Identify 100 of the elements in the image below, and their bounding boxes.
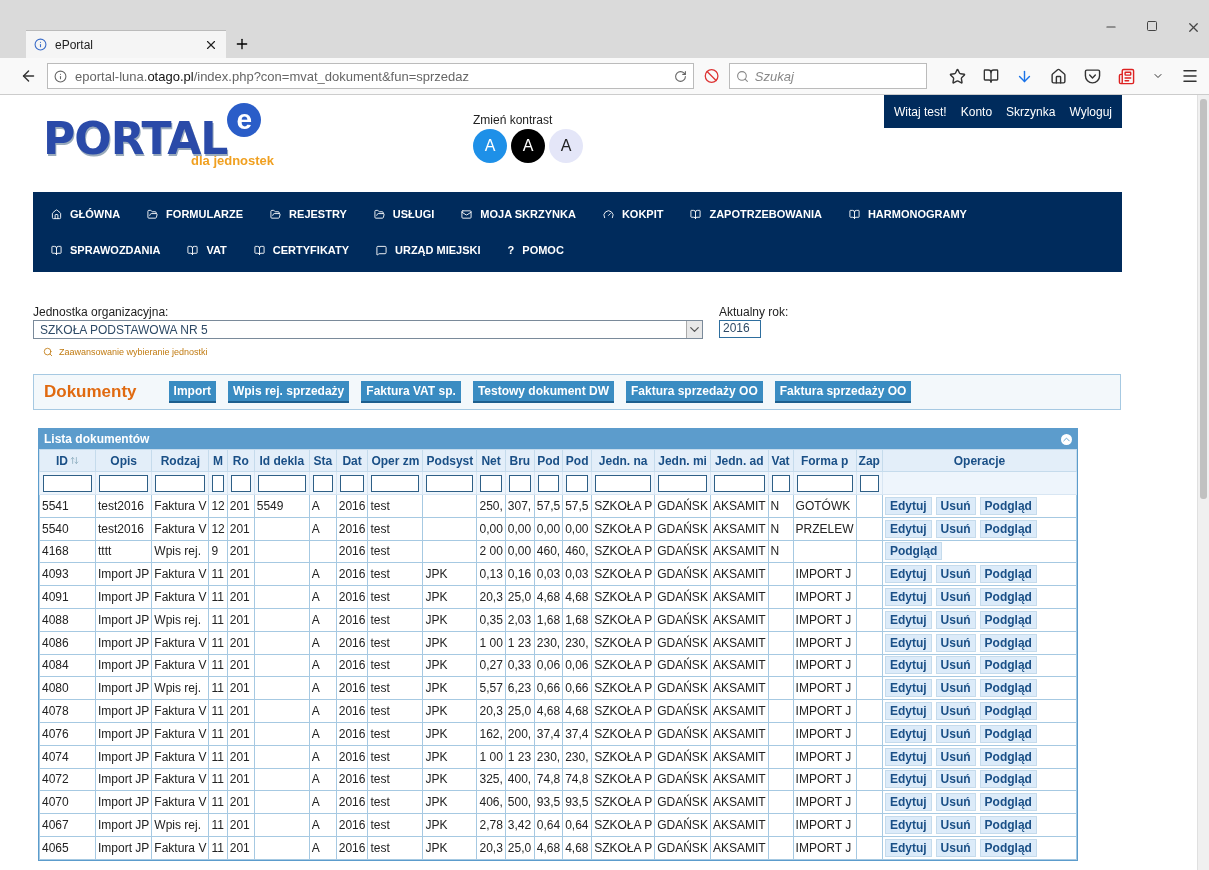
- filter-field[interactable]: [595, 474, 652, 492]
- row-action-button[interactable]: Podgląd: [979, 588, 1037, 607]
- user-link[interactable]: Witaj test!: [894, 104, 947, 119]
- column-header[interactable]: Podsyst: [422, 449, 477, 472]
- reading-list-icon[interactable]: [983, 68, 999, 84]
- row-action-button[interactable]: Usuń: [935, 724, 976, 743]
- row-action-button[interactable]: Edytuj: [884, 724, 932, 743]
- row-action-button[interactable]: Podgląd: [979, 747, 1037, 766]
- row-action-button[interactable]: Usuń: [935, 702, 976, 721]
- row-action-button[interactable]: Edytuj: [884, 702, 932, 721]
- row-action-button[interactable]: Usuń: [935, 633, 976, 652]
- close-icon[interactable]: [1186, 20, 1201, 35]
- column-header[interactable]: Rodzaj: [151, 449, 209, 472]
- row-action-button[interactable]: Podgląd: [979, 770, 1037, 789]
- filter-field[interactable]: [230, 474, 251, 492]
- row-action-button[interactable]: Podgląd: [979, 793, 1037, 812]
- menu-item[interactable]: HARMONOGRAMY: [848, 196, 967, 232]
- filter-field[interactable]: [859, 474, 879, 492]
- row-action-button[interactable]: Edytuj: [884, 656, 932, 675]
- column-header[interactable]: Oper zm: [367, 449, 423, 472]
- filter-field[interactable]: [99, 474, 149, 492]
- row-action-button[interactable]: Podgląd: [979, 656, 1037, 675]
- column-header[interactable]: Jedn. na: [591, 449, 655, 472]
- column-header[interactable]: Dat: [336, 449, 368, 472]
- filter-field[interactable]: [43, 474, 92, 492]
- collapse-icon[interactable]: [1061, 433, 1072, 445]
- row-action-button[interactable]: Edytuj: [884, 679, 932, 698]
- column-header[interactable]: Forma p: [793, 449, 857, 472]
- row-action-button[interactable]: Podgląd: [979, 496, 1037, 515]
- advanced-link[interactable]: Zaawansowanie wybieranie jednostki: [43, 347, 1197, 357]
- document-type-button[interactable]: Faktura VAT sp.: [361, 381, 461, 403]
- column-header[interactable]: Zap: [856, 449, 883, 472]
- row-action-button[interactable]: Edytuj: [884, 496, 932, 515]
- column-header[interactable]: Operacje: [882, 449, 1077, 472]
- row-action-button[interactable]: Podgląd: [979, 633, 1037, 652]
- filter-field[interactable]: [480, 474, 502, 492]
- column-header[interactable]: Vat: [768, 449, 794, 472]
- row-action-button[interactable]: Usuń: [935, 747, 976, 766]
- contrast-button[interactable]: A: [549, 129, 583, 163]
- info-icon[interactable]: [54, 69, 68, 83]
- row-action-button[interactable]: Podgląd: [979, 724, 1037, 743]
- column-header[interactable]: Opis: [95, 449, 152, 472]
- filter-field[interactable]: [713, 474, 765, 492]
- filter-field[interactable]: [537, 474, 560, 492]
- row-action-button[interactable]: Usuń: [935, 793, 976, 812]
- column-header[interactable]: Jedn. ad: [710, 449, 769, 472]
- filter-field[interactable]: [371, 474, 420, 492]
- menu-item[interactable]: USŁUGI: [373, 196, 435, 232]
- menu-item[interactable]: GŁÓWNA: [51, 196, 121, 232]
- user-link[interactable]: Skrzynka: [1006, 104, 1056, 119]
- row-action-button[interactable]: Podgląd: [979, 702, 1037, 721]
- pocket-icon[interactable]: [1084, 67, 1101, 85]
- row-action-button[interactable]: Edytuj: [884, 747, 932, 766]
- reload-icon[interactable]: [673, 69, 687, 83]
- row-action-button[interactable]: Podgląd: [979, 610, 1037, 629]
- filter-field[interactable]: [312, 474, 333, 492]
- column-header[interactable]: Bru: [505, 449, 535, 472]
- home-icon[interactable]: [1050, 67, 1067, 85]
- menu-item[interactable]: MOJA SKRZYNKA: [461, 196, 576, 232]
- document-type-button[interactable]: Import: [168, 381, 216, 403]
- scrollbar[interactable]: [1197, 95, 1209, 870]
- filter-field[interactable]: [426, 474, 474, 492]
- column-header[interactable]: Sta: [309, 449, 337, 472]
- row-action-button[interactable]: Edytuj: [884, 816, 932, 835]
- menu-item[interactable]: ZAPOTRZEBOWANIA: [690, 196, 822, 232]
- menu-item[interactable]: REJESTRY: [270, 196, 347, 232]
- row-action-button[interactable]: Usuń: [935, 610, 976, 629]
- row-action-button[interactable]: Podgląd: [884, 542, 943, 561]
- filter-field[interactable]: [566, 474, 589, 492]
- news-icon[interactable]: [1118, 67, 1135, 85]
- filter-field[interactable]: [339, 474, 365, 492]
- menu-item[interactable]: FORMULARZE: [147, 196, 244, 232]
- document-type-button[interactable]: Testowy dokument DW: [472, 381, 614, 403]
- user-link[interactable]: Konto: [960, 104, 993, 119]
- document-type-button[interactable]: Faktura sprzedaży OO: [774, 381, 912, 403]
- menu-item[interactable]: SPRAWOZDANIA: [51, 232, 161, 268]
- row-action-button[interactable]: Podgląd: [979, 565, 1037, 584]
- row-action-button[interactable]: Podgląd: [979, 519, 1037, 538]
- row-action-button[interactable]: Edytuj: [884, 633, 932, 652]
- row-action-button[interactable]: Usuń: [935, 656, 976, 675]
- menu-item[interactable]: CERTYFIKATY: [253, 232, 349, 268]
- blocked-icon[interactable]: [703, 68, 719, 84]
- column-header[interactable]: Jedn. mi: [654, 449, 711, 472]
- column-header[interactable]: Id dekla: [254, 449, 310, 472]
- bookmark-icon[interactable]: [949, 67, 966, 85]
- row-action-button[interactable]: Edytuj: [884, 838, 932, 857]
- row-action-button[interactable]: Podgląd: [979, 838, 1037, 857]
- menu-icon[interactable]: [1181, 67, 1199, 85]
- column-header[interactable]: Ro: [227, 449, 255, 472]
- column-header[interactable]: Pod: [534, 449, 563, 472]
- row-action-button[interactable]: Usuń: [935, 496, 976, 515]
- row-action-button[interactable]: Podgląd: [979, 679, 1037, 698]
- document-type-button[interactable]: Faktura sprzedaży OO: [626, 381, 763, 403]
- row-action-button[interactable]: Edytuj: [884, 588, 932, 607]
- user-link[interactable]: Wyloguj: [1069, 104, 1112, 119]
- portal-logo[interactable]: PORTAL e dla jednostek: [33, 95, 473, 192]
- filter-field[interactable]: [771, 474, 790, 492]
- browser-tab[interactable]: ePortal: [26, 30, 226, 58]
- row-action-button[interactable]: Usuń: [935, 816, 976, 835]
- menu-item[interactable]: KOKPIT: [602, 196, 664, 232]
